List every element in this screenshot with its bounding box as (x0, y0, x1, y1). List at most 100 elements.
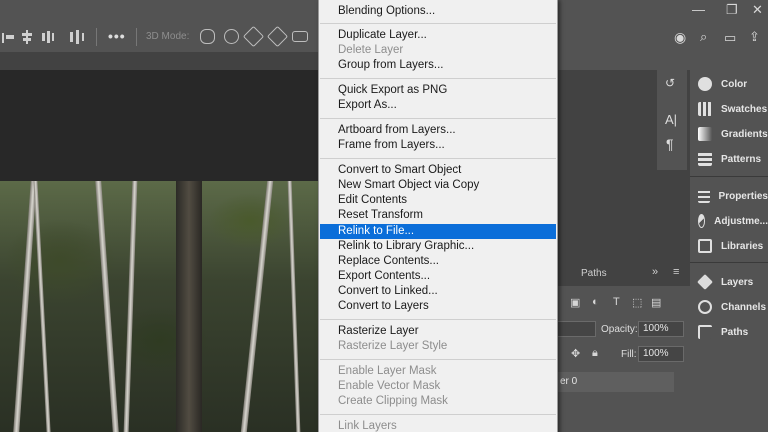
fill-input[interactable]: 100% (638, 346, 684, 362)
tree-trunk (33, 181, 51, 432)
panel-item-paths[interactable]: Paths (690, 320, 768, 344)
tree-trunk (176, 181, 202, 432)
menu-item-frame-from-layers[interactable]: Frame from Layers... (320, 138, 556, 153)
menu-item-enable-vector-mask: Enable Vector Mask (338, 380, 441, 392)
panel-item-label: Channels (721, 301, 767, 313)
align-left-icon[interactable] (2, 30, 16, 44)
menu-separator (320, 319, 556, 320)
panel-item-channels[interactable]: Channels (690, 295, 768, 319)
lock-position-icon[interactable]: ✥ (571, 347, 580, 360)
collapse-panels-icon[interactable]: » (652, 266, 658, 278)
menu-separator (320, 78, 556, 79)
panel-item-label: Paths (721, 326, 749, 338)
panel-menu-icon[interactable]: ≡ (673, 266, 679, 278)
panel-item-properties[interactable]: Properties (690, 184, 768, 208)
panel-item-libraries[interactable]: Libraries (690, 234, 768, 258)
character-icon[interactable]: A| (665, 112, 677, 127)
menu-item-quick-export-png[interactable]: Quick Export as PNG (320, 83, 556, 98)
blend-mode-dropdown[interactable] (556, 321, 596, 337)
menu-separator (320, 414, 556, 415)
menu-item-duplicate-layer[interactable]: Duplicate Layer... (320, 28, 556, 43)
menu-item-group-from-layers[interactable]: Group from Layers... (320, 58, 556, 73)
menu-separator (320, 359, 556, 360)
layer-name: er 0 (560, 376, 578, 387)
menu-item-relink-to-file[interactable]: Relink to File... (320, 224, 556, 239)
history-icon[interactable]: ↺ (665, 76, 675, 90)
menu-item-convert-to-layers[interactable]: Convert to Layers (320, 299, 556, 314)
panel-item-patterns[interactable]: Patterns (690, 147, 768, 171)
menu-item-delete-layer: Delete Layer (338, 44, 404, 56)
panel-item-label: Gradients (721, 128, 768, 140)
panel-item-label: Properties (718, 190, 768, 202)
menu-item-create-clipping-mask: Create Clipping Mask (338, 395, 448, 407)
forest-photo (0, 181, 320, 432)
adjustments-icon (698, 214, 706, 228)
opacity-label: Opacity: (601, 324, 638, 335)
paragraph-icon[interactable]: ¶ (666, 136, 674, 152)
restore-icon[interactable]: ❐ (726, 2, 738, 18)
align-right-icon[interactable] (42, 30, 56, 44)
collapsed-panel-column: ↺ A| ¶ (657, 70, 687, 170)
menu-separator (320, 23, 556, 24)
tab-paths[interactable]: Paths (581, 268, 607, 279)
3d-roll-icon[interactable] (224, 29, 239, 44)
layers-icon (697, 274, 713, 290)
lock-all-icon[interactable]: 🔒︎ (592, 347, 598, 360)
menu-item-artboard-from-layers[interactable]: Artboard from Layers... (320, 123, 556, 138)
channels-icon (698, 300, 712, 314)
search-icon[interactable]: ⌕ (700, 29, 707, 45)
menu-item-convert-to-smart-object[interactable]: Convert to Smart Object (320, 163, 556, 178)
more-options-icon[interactable]: ••• (108, 28, 126, 44)
panel-item-label: Patterns (721, 153, 762, 165)
menu-item-blending-options[interactable]: Blending Options... (320, 4, 556, 19)
panel-item-adjustments[interactable]: Adjustme... (690, 209, 768, 233)
gradients-icon (698, 127, 712, 141)
menu-item-export-as[interactable]: Export As... (320, 98, 556, 113)
tree-trunk (240, 181, 274, 432)
menu-separator (320, 118, 556, 119)
workspace-icon[interactable]: ▭ (724, 30, 736, 46)
3d-scale-icon[interactable] (292, 31, 308, 42)
filter-shape-icon[interactable]: ⬚ (632, 296, 642, 309)
menu-item-edit-contents[interactable]: Edit Contents (320, 193, 556, 208)
menu-item-export-contents[interactable]: Export Contents... (320, 269, 556, 284)
document-tab-strip (0, 52, 320, 70)
color-icon (698, 77, 712, 91)
menu-separator (320, 158, 556, 159)
filter-adjustment-icon[interactable]: ◐ (592, 296, 599, 308)
align-center-horizontal-icon[interactable] (20, 30, 34, 44)
layers-tab-bar (556, 262, 690, 286)
canvas-area[interactable] (0, 70, 320, 432)
3d-pan-icon[interactable] (242, 25, 265, 48)
properties-icon (698, 189, 710, 203)
menu-item-convert-to-linked[interactable]: Convert to Linked... (320, 284, 556, 299)
menu-item-link-layers: Link Layers (338, 420, 397, 432)
menu-item-replace-contents[interactable]: Replace Contents... (320, 254, 556, 269)
menu-item-reset-transform[interactable]: Reset Transform (320, 208, 556, 223)
minimize-icon[interactable]: — (692, 2, 705, 17)
filter-smart-object-icon[interactable]: ▤ (651, 296, 661, 309)
patterns-icon (698, 152, 712, 166)
close-icon[interactable]: ✕ (752, 2, 763, 18)
3d-orbit-icon[interactable] (200, 29, 215, 44)
panel-item-gradients[interactable]: Gradients (690, 122, 768, 146)
menu-item-new-smart-object-via-copy[interactable]: New Smart Object via Copy (320, 178, 556, 193)
opacity-input[interactable]: 100% (638, 321, 684, 337)
user-icon[interactable]: ◉ (674, 29, 686, 46)
panel-item-label: Swatches (721, 103, 768, 115)
menu-item-rasterize-layer[interactable]: Rasterize Layer (320, 324, 556, 339)
layer-context-menu: Blending Options... Duplicate Layer... D… (318, 0, 558, 432)
panel-item-label: Adjustme... (714, 215, 768, 227)
libraries-icon (698, 239, 712, 253)
panel-item-color[interactable]: Color (690, 72, 768, 96)
panel-item-layers[interactable]: Layers (690, 270, 768, 294)
filter-pixel-icon[interactable]: ▣ (570, 296, 580, 309)
panel-item-swatches[interactable]: Swatches (690, 97, 768, 121)
filter-type-icon[interactable]: T (613, 296, 620, 308)
menu-item-relink-to-library-graphic[interactable]: Relink to Library Graphic... (320, 239, 556, 254)
share-icon[interactable]: ⇪ (749, 29, 760, 45)
3d-mode-label: 3D Mode: (146, 31, 190, 42)
panel-item-label: Libraries (721, 240, 764, 252)
3d-slide-icon[interactable] (266, 25, 289, 48)
distribute-icon[interactable] (70, 30, 84, 44)
